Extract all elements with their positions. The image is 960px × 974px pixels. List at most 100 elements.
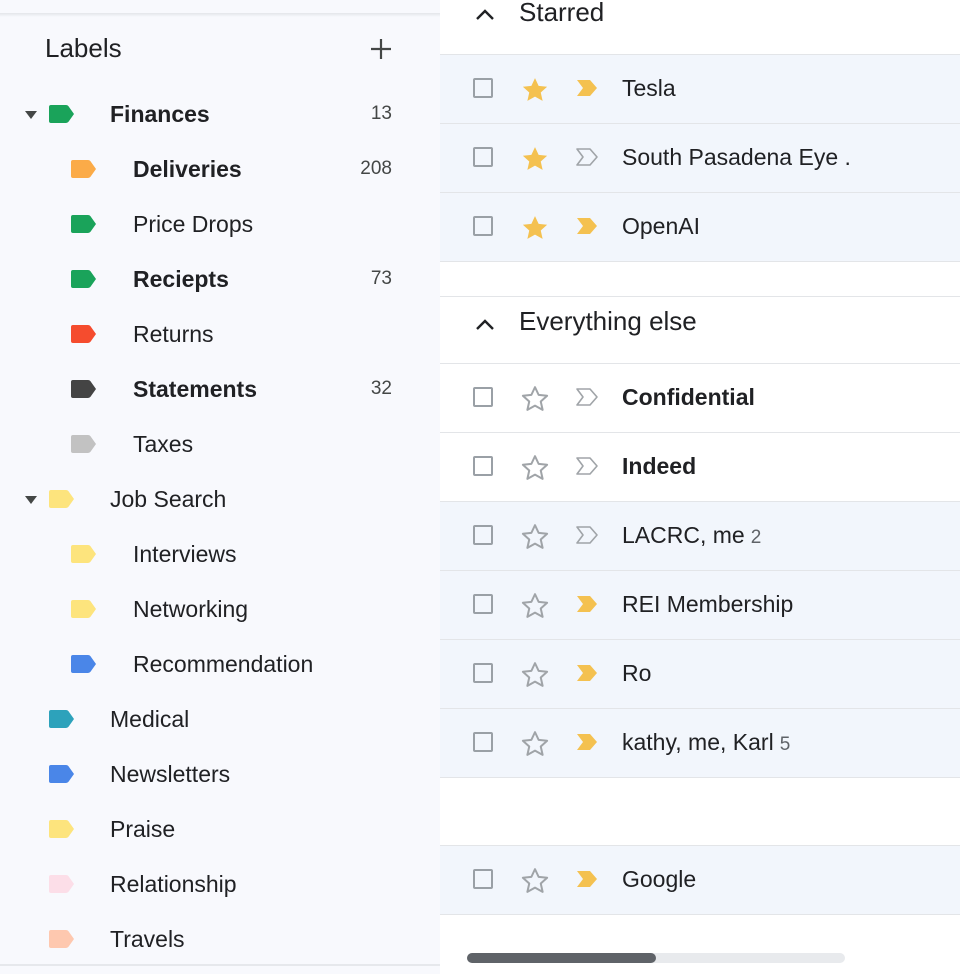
star-filled-icon: [522, 147, 548, 170]
mail-row[interactable]: LACRC, me 2: [440, 502, 960, 571]
importance-toggle[interactable]: [575, 216, 599, 241]
importance-toggle[interactable]: [575, 594, 599, 619]
mail-row[interactable]: South Pasadena Eye .: [440, 124, 960, 193]
sender-name: Ro: [622, 660, 651, 687]
select-checkbox[interactable]: [473, 525, 493, 545]
star-toggle[interactable]: [520, 453, 550, 488]
select-checkbox[interactable]: [473, 732, 493, 752]
label-color-tag: [70, 324, 97, 349]
expand-caret-icon[interactable]: [24, 108, 38, 126]
importance-toggle[interactable]: [575, 456, 599, 481]
sidebar-label-interviews[interactable]: Interviews: [0, 527, 440, 582]
importance-toggle[interactable]: [575, 732, 599, 757]
star-toggle[interactable]: [520, 591, 550, 626]
sender-name: kathy, me, Karl 5: [622, 729, 790, 756]
label-color-tag: [70, 434, 97, 459]
label-name: Praise: [110, 816, 176, 842]
importance-toggle[interactable]: [575, 147, 599, 172]
label-name: Deliveries: [133, 156, 242, 182]
sidebar-label-taxes[interactable]: Taxes: [0, 417, 440, 472]
section-header-everything-else[interactable]: Everything else: [440, 296, 960, 350]
sidebar-label-deliveries[interactable]: Deliveries 208: [0, 142, 440, 197]
select-checkbox[interactable]: [473, 594, 493, 614]
select-checkbox[interactable]: [473, 216, 493, 236]
collapse-chevron-icon[interactable]: [474, 316, 496, 337]
sidebar-label-reciepts[interactable]: Reciepts 73: [0, 252, 440, 307]
section-title: Starred: [519, 0, 605, 27]
select-checkbox[interactable]: [473, 387, 493, 407]
sender-name: Google: [622, 866, 696, 893]
star-toggle[interactable]: [520, 75, 550, 110]
sidebar-label-medical[interactable]: Medical: [0, 692, 440, 747]
thread-count: 2: [750, 527, 762, 548]
select-checkbox[interactable]: [473, 456, 493, 476]
label-unread-count: 73: [370, 268, 392, 289]
horizontal-scrollbar[interactable]: [467, 953, 845, 963]
sidebar-label-job-search[interactable]: Job Search: [0, 472, 440, 527]
sidebar-label-praise[interactable]: Praise: [0, 802, 440, 857]
mail-row[interactable]: Indeed: [440, 433, 960, 502]
sidebar-label-recommendation[interactable]: Recommendation: [0, 637, 440, 692]
star-toggle[interactable]: [520, 729, 550, 764]
sender-name: South Pasadena Eye .: [622, 144, 851, 171]
select-checkbox[interactable]: [473, 869, 493, 889]
sidebar-label-newsletters[interactable]: Newsletters: [0, 747, 440, 802]
label-name: Travels: [110, 926, 185, 952]
label-color-tag: [70, 214, 97, 239]
sidebar-label-returns[interactable]: Returns: [0, 307, 440, 362]
important-outline-icon: [576, 388, 598, 406]
mail-row[interactable]: kathy, me, Karl 5: [440, 709, 960, 778]
label-color-tag: [70, 159, 97, 184]
inbox-list: Starred Tesla South Pasadena Eye . OpenAI Ev…: [440, 0, 960, 974]
mail-row[interactable]: Tesla: [440, 55, 960, 124]
section-header-starred[interactable]: Starred: [440, 0, 960, 54]
sidebar-bottom-rule: [0, 964, 440, 966]
star-toggle[interactable]: [520, 384, 550, 419]
sidebar-label-finances[interactable]: Finances 13: [0, 87, 440, 142]
add-label-button[interactable]: [362, 30, 400, 68]
sidebar-label-travels[interactable]: Travels: [0, 912, 440, 967]
star-toggle[interactable]: [520, 213, 550, 248]
sidebar-label-price-drops[interactable]: Price Drops: [0, 197, 440, 252]
select-checkbox[interactable]: [473, 663, 493, 683]
sidebar-label-statements[interactable]: Statements 32: [0, 362, 440, 417]
mail-row[interactable]: Google: [440, 846, 960, 915]
expand-caret-icon[interactable]: [24, 493, 38, 511]
sidebar-label-relationship[interactable]: Relationship: [0, 857, 440, 912]
scrollbar-thumb[interactable]: [467, 953, 656, 963]
importance-toggle[interactable]: [575, 663, 599, 688]
star-filled-icon: [522, 78, 548, 101]
importance-toggle[interactable]: [575, 869, 599, 894]
mail-row[interactable]: OpenAI: [440, 193, 960, 262]
label-name: Returns: [133, 321, 214, 347]
important-marker-icon: [577, 734, 597, 750]
sidebar-label-networking[interactable]: Networking: [0, 582, 440, 637]
select-checkbox[interactable]: [473, 78, 493, 98]
importance-toggle[interactable]: [575, 387, 599, 412]
label-color-tag: [70, 269, 97, 294]
mail-row[interactable]: REI Membership: [440, 571, 960, 640]
label-tag-icon: [49, 710, 74, 728]
star-toggle[interactable]: [520, 866, 550, 901]
sender-name: REI Membership: [622, 591, 793, 618]
sender-text: LACRC, me: [622, 522, 745, 548]
star-toggle[interactable]: [520, 660, 550, 695]
star-outline-icon: [521, 524, 549, 549]
sender-name: LACRC, me 2: [622, 522, 761, 549]
collapse-chevron-icon[interactable]: [474, 6, 496, 27]
label-unread-count: 32: [370, 378, 392, 399]
important-marker-icon: [577, 871, 597, 887]
star-toggle[interactable]: [520, 144, 550, 179]
mail-row[interactable]: Confidential: [440, 364, 960, 433]
star-toggle[interactable]: [520, 522, 550, 557]
label-color-tag: [70, 379, 97, 404]
sender-text: Tesla: [622, 75, 676, 101]
mail-row[interactable]: Ro: [440, 640, 960, 709]
label-name: Taxes: [133, 431, 194, 457]
select-checkbox[interactable]: [473, 147, 493, 167]
label-name: Reciepts: [133, 266, 229, 292]
label-tag-icon: [49, 105, 74, 123]
importance-toggle[interactable]: [575, 78, 599, 103]
star-filled-icon: [522, 216, 548, 239]
importance-toggle[interactable]: [575, 525, 599, 550]
